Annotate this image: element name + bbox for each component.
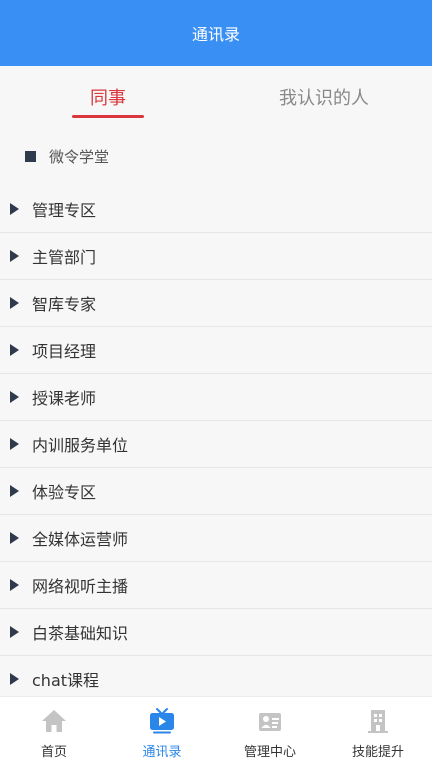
caret-right-icon: [10, 673, 19, 685]
list-item[interactable]: 授课老师: [0, 374, 432, 421]
list-item[interactable]: chat课程: [0, 656, 432, 696]
contact-group-list[interactable]: 管理专区 主管部门 智库专家 项目经理 授课老师 内训服务单位 体验专区 全媒体…: [0, 186, 432, 696]
nav-contacts[interactable]: 通讯录: [108, 697, 216, 768]
nav-home-label: 首页: [40, 744, 67, 760]
list-item-label: 主管部门: [32, 248, 97, 267]
list-item[interactable]: 网络视听主播: [0, 562, 432, 609]
home-icon: [42, 709, 66, 732]
app-header: 通讯录: [0, 0, 432, 66]
tab-bar: 同事 我认识的人: [0, 66, 432, 128]
page-title: 通讯录: [191, 25, 240, 44]
list-item[interactable]: 主管部门: [0, 233, 432, 280]
list-item-label: 授课老师: [32, 389, 97, 408]
caret-right-icon: [10, 203, 19, 215]
tab-people-i-know[interactable]: 我认识的人: [252, 66, 396, 128]
list-item-label: 智库专家: [32, 295, 97, 314]
list-item-label: 体验专区: [32, 483, 97, 502]
caret-right-icon: [10, 391, 19, 403]
list-item[interactable]: 白茶基础知识: [0, 609, 432, 656]
caret-right-icon: [10, 626, 19, 638]
list-item-label: 白茶基础知识: [32, 624, 129, 643]
group-label: 微令学堂: [49, 147, 110, 166]
nav-contacts-label: 通讯录: [142, 744, 182, 760]
tab-people-i-know-label: 我认识的人: [279, 88, 369, 109]
caret-right-icon: [10, 532, 19, 544]
list-item[interactable]: 智库专家: [0, 280, 432, 327]
list-item-label: 全媒体运营师: [32, 530, 129, 549]
caret-right-icon: [10, 438, 19, 450]
bottom-navigation: 首页 通讯录 管理中心 技能提升: [0, 696, 432, 768]
caret-right-icon: [10, 297, 19, 309]
list-item-label: 项目经理: [32, 342, 97, 361]
list-item[interactable]: 管理专区: [0, 186, 432, 233]
tab-colleagues[interactable]: 同事: [64, 66, 152, 128]
caret-right-icon: [10, 579, 19, 591]
tab-colleagues-label: 同事: [90, 88, 126, 109]
group-header[interactable]: 微令学堂: [0, 128, 432, 184]
list-item[interactable]: 全媒体运营师: [0, 515, 432, 562]
nav-home[interactable]: 首页: [0, 697, 108, 768]
list-item-label: chat课程: [32, 671, 100, 690]
caret-right-icon: [10, 485, 19, 497]
caret-right-icon: [10, 250, 19, 262]
list-item[interactable]: 项目经理: [0, 327, 432, 374]
nav-skill-improvement-label: 技能提升: [351, 744, 404, 760]
nav-management-center-label: 管理中心: [243, 744, 296, 760]
caret-right-icon: [10, 344, 19, 356]
id-card-icon: [259, 712, 281, 731]
building-icon: [368, 709, 388, 733]
list-item[interactable]: 体验专区: [0, 468, 432, 515]
tv-icon: [150, 707, 174, 733]
list-item-label: 内训服务单位: [32, 436, 129, 455]
square-bullet-icon: [25, 150, 36, 162]
list-item-label: 管理专区: [32, 201, 97, 220]
list-item-label: 网络视听主播: [32, 577, 129, 596]
nav-skill-improvement[interactable]: 技能提升: [324, 697, 432, 768]
active-tab-indicator: [72, 115, 144, 118]
list-item[interactable]: 内训服务单位: [0, 421, 432, 468]
nav-management-center[interactable]: 管理中心: [216, 697, 324, 768]
